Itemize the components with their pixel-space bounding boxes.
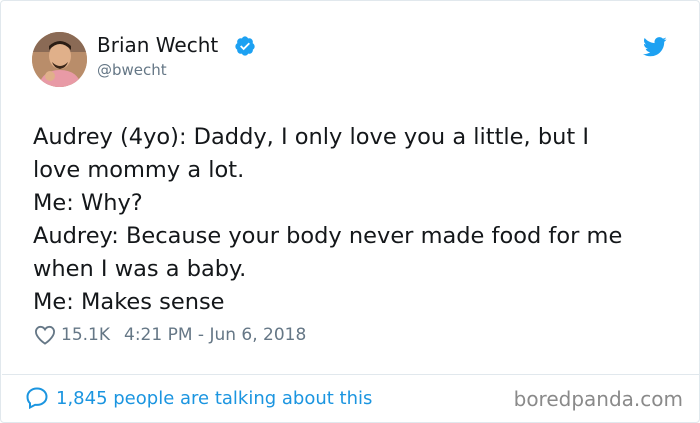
tweet-line: Audrey (4yo): Daddy, I only love you a l… bbox=[33, 124, 589, 150]
tweet-meta: 15.1K 4:21 PM - Jun 6, 2018 bbox=[34, 322, 306, 348]
speech-bubble-icon bbox=[26, 387, 48, 410]
like-count[interactable]: 15.1K bbox=[61, 325, 110, 345]
tweet-line: Me: Why? bbox=[33, 190, 143, 216]
talking-text[interactable]: 1,845 people are talking about this bbox=[56, 388, 372, 409]
tweet-timestamp[interactable]: 4:21 PM - Jun 6, 2018 bbox=[124, 325, 306, 345]
talking-link[interactable]: 1,845 people are talking about this bbox=[25, 386, 372, 410]
heart-outline-icon[interactable] bbox=[34, 325, 56, 345]
tweet-line: Me: Makes sense bbox=[33, 289, 225, 315]
tweet-text: Audrey (4yo): Daddy, I only love you a l… bbox=[33, 121, 683, 319]
watermark: boredpanda.com bbox=[513, 387, 683, 411]
tweet-card: Brian Wecht @bwecht Audrey (4yo): Daddy,… bbox=[0, 0, 700, 423]
twitter-bird-icon[interactable] bbox=[643, 37, 667, 57]
tweet-line: love mommy a lot. bbox=[33, 157, 245, 183]
verified-badge-icon bbox=[235, 36, 255, 56]
tweet-line: Audrey: Because your body never made foo… bbox=[33, 223, 623, 249]
divider bbox=[2, 374, 700, 375]
avatar-image bbox=[32, 32, 87, 87]
avatar[interactable] bbox=[32, 32, 87, 87]
tweet-line: when I was a baby. bbox=[33, 256, 247, 282]
author-name[interactable]: Brian Wecht bbox=[97, 33, 218, 57]
author-handle[interactable]: @bwecht bbox=[97, 61, 167, 79]
